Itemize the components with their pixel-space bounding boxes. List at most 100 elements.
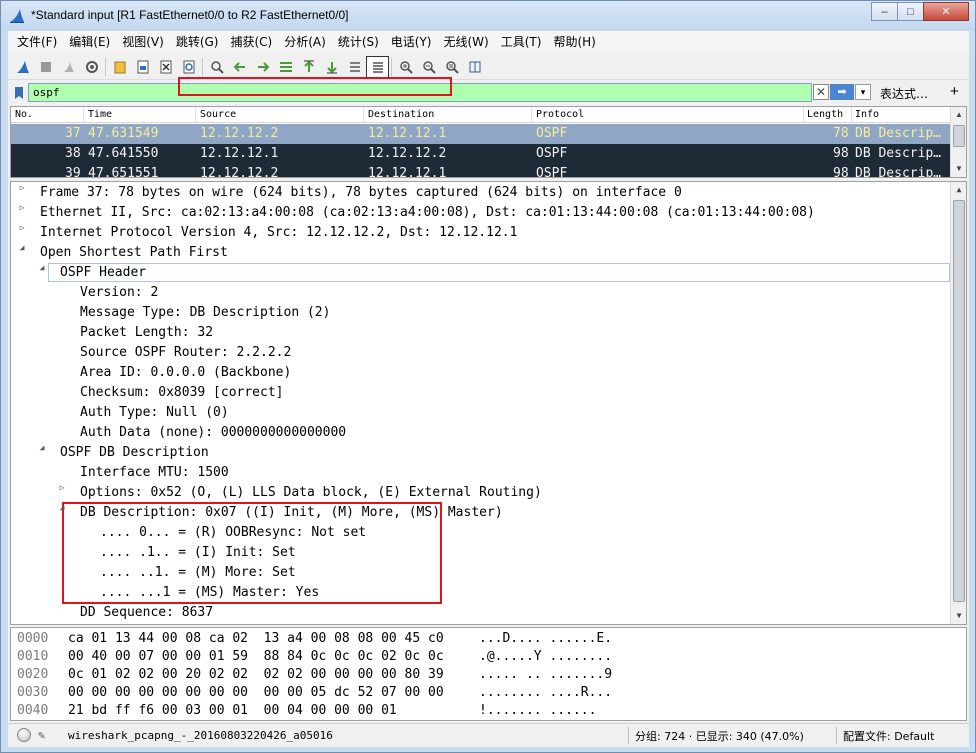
tree-item[interactable]: Ethernet II, Src: ca:02:13:a4:00:08 (ca:… xyxy=(40,203,815,223)
column-source[interactable]: Source xyxy=(200,109,236,120)
first-packet-icon[interactable] xyxy=(297,56,320,78)
tree-expander-icon[interactable]: ▷ xyxy=(17,183,27,203)
scroll-thumb[interactable] xyxy=(953,200,965,602)
column-divider[interactable] xyxy=(363,107,364,123)
tree-item[interactable]: Frame 37: 78 bytes on wire (624 bits), 7… xyxy=(40,183,682,203)
tree-item[interactable]: Version: 2 xyxy=(80,283,158,303)
filter-history-dropdown[interactable]: ▾ xyxy=(855,84,871,100)
tree-expander-icon[interactable]: ◢ xyxy=(37,443,47,463)
scroll-down-icon[interactable]: ▼ xyxy=(951,161,966,177)
close-file-icon[interactable] xyxy=(154,56,177,78)
tree-item[interactable]: Area ID: 0.0.0.0 (Backbone) xyxy=(80,363,291,383)
column-info[interactable]: Info xyxy=(855,109,879,120)
tree-item[interactable]: Options: 0x52 (O, (L) LLS Data block, (E… xyxy=(80,483,542,503)
byte-row[interactable]: 0030 00 00 00 00 00 00 00 00 00 00 05 dc … xyxy=(11,684,951,702)
scroll-up-icon[interactable]: ▲ xyxy=(951,107,966,123)
menu-edit[interactable]: 编辑(E) xyxy=(63,31,116,53)
tree-expander-icon[interactable]: ▷ xyxy=(57,483,67,503)
zoom-out-icon[interactable] xyxy=(417,56,440,78)
byte-row[interactable]: 0040 21 bd ff f6 00 03 00 01 00 04 00 00 … xyxy=(11,702,951,720)
close-button[interactable]: ✕ xyxy=(923,2,969,21)
capture-options-icon[interactable] xyxy=(80,56,103,78)
tree-item[interactable]: DD Sequence: 8637 xyxy=(80,603,213,623)
tree-item[interactable]: Checksum: 0x8039 [correct] xyxy=(80,383,284,403)
menu-view[interactable]: 视图(V) xyxy=(116,31,170,53)
column-time[interactable]: Time xyxy=(88,109,112,120)
open-file-icon[interactable] xyxy=(108,56,131,78)
tree-item[interactable]: Source OSPF Router: 2.2.2.2 xyxy=(80,343,291,363)
details-scrollbar[interactable]: ▲ ▼ xyxy=(950,182,966,624)
add-filter-button[interactable]: + xyxy=(950,83,959,100)
column-divider[interactable] xyxy=(195,107,196,123)
colorize-icon[interactable] xyxy=(366,55,389,78)
byte-row[interactable]: 0000 ca 01 13 44 00 08 ca 02 13 a4 00 08 … xyxy=(11,630,951,648)
tree-expander-icon[interactable]: ◢ xyxy=(57,503,67,523)
tree-item[interactable]: .... ...1 = (MS) Master: Yes xyxy=(100,583,319,603)
tree-item[interactable]: DB Description: 0x07 ((I) Init, (M) More… xyxy=(80,503,503,523)
title-bar[interactable]: *Standard input [R1 FastEthernet0/0 to R… xyxy=(1,1,975,31)
menu-statistics[interactable]: 统计(S) xyxy=(332,31,385,53)
tree-item[interactable]: .... 0... = (R) OOBResync: Not set xyxy=(100,523,366,543)
last-packet-icon[interactable] xyxy=(320,56,343,78)
menu-analyze[interactable]: 分析(A) xyxy=(278,31,332,53)
apply-filter-icon[interactable]: ➡ xyxy=(830,84,854,100)
column-divider[interactable] xyxy=(851,107,852,123)
start-capture-icon[interactable] xyxy=(11,56,34,78)
column-destination[interactable]: Destination xyxy=(368,109,434,120)
scroll-thumb[interactable] xyxy=(953,125,965,147)
auto-scroll-icon[interactable] xyxy=(343,56,366,78)
capture-comment-icon[interactable]: ✎ xyxy=(38,728,54,742)
column-divider[interactable] xyxy=(803,107,804,123)
clear-filter-icon[interactable]: ✕ xyxy=(813,84,829,100)
column-protocol[interactable]: Protocol xyxy=(536,109,584,120)
tree-item[interactable]: .... ..1. = (M) More: Set xyxy=(100,563,296,583)
find-packet-icon[interactable] xyxy=(205,56,228,78)
menu-go[interactable]: 跳转(G) xyxy=(170,31,225,53)
column-length[interactable]: Length xyxy=(807,109,843,120)
expression-button[interactable]: 表达式… xyxy=(880,85,928,102)
menu-telephony[interactable]: 电话(Y) xyxy=(385,31,438,53)
go-back-icon[interactable] xyxy=(228,56,251,78)
tree-expander-icon[interactable]: ▷ xyxy=(17,223,27,243)
byte-row[interactable]: 0010 00 40 00 07 00 00 01 59 88 84 0c 0c … xyxy=(11,648,951,666)
expert-info-icon[interactable] xyxy=(17,728,31,742)
status-profile[interactable]: 配置文件: Default xyxy=(843,728,934,744)
column-divider[interactable] xyxy=(531,107,532,123)
column-divider[interactable] xyxy=(83,107,84,123)
tree-item[interactable]: Message Type: DB Description (2) xyxy=(80,303,330,323)
save-file-icon[interactable] xyxy=(131,56,154,78)
packet-row[interactable]: 38 47.641550 12.12.12.1 12.12.12.2 OSPF … xyxy=(11,144,951,164)
bookmark-icon[interactable] xyxy=(10,83,28,103)
restart-capture-icon[interactable] xyxy=(57,56,80,78)
tree-expander-icon[interactable]: ◢ xyxy=(37,263,47,283)
tree-item[interactable]: OSPF DB Description xyxy=(60,443,209,463)
tree-item[interactable]: OSPF Header xyxy=(60,263,146,283)
stop-capture-icon[interactable] xyxy=(34,56,57,78)
packet-row[interactable]: 39 47.651551 12.12.12.2 12.12.12.1 OSPF … xyxy=(11,164,951,177)
tree-item[interactable]: Interface MTU: 1500 xyxy=(80,463,229,483)
resize-columns-icon[interactable] xyxy=(463,56,486,78)
menu-file[interactable]: 文件(F) xyxy=(11,31,63,53)
go-forward-icon[interactable] xyxy=(251,56,274,78)
tree-expander-icon[interactable]: ▷ xyxy=(17,203,27,223)
minimize-button[interactable]: – xyxy=(871,2,898,21)
packet-row-selected[interactable]: 37 47.631549 12.12.12.2 12.12.12.1 OSPF … xyxy=(11,124,951,144)
scroll-down-icon[interactable]: ▼ xyxy=(951,608,966,624)
menu-tools[interactable]: 工具(T) xyxy=(495,31,548,53)
column-no[interactable]: No. xyxy=(15,109,33,120)
zoom-in-icon[interactable] xyxy=(394,56,417,78)
tree-item[interactable]: Open Shortest Path First xyxy=(40,243,228,263)
maximize-button[interactable]: □ xyxy=(897,2,924,21)
go-to-packet-icon[interactable] xyxy=(274,56,297,78)
tree-item[interactable]: Packet Length: 32 xyxy=(80,323,213,343)
tree-item[interactable]: Internet Protocol Version 4, Src: 12.12.… xyxy=(40,223,517,243)
reload-file-icon[interactable] xyxy=(177,56,200,78)
packet-list-scrollbar[interactable]: ▲ ▼ xyxy=(950,107,966,177)
tree-item[interactable]: Auth Data (none): 0000000000000000 xyxy=(80,423,346,443)
scroll-up-icon[interactable]: ▲ xyxy=(951,182,966,198)
tree-item[interactable]: .... .1.. = (I) Init: Set xyxy=(100,543,296,563)
normal-size-icon[interactable] xyxy=(440,56,463,78)
menu-wireless[interactable]: 无线(W) xyxy=(438,31,495,53)
tree-item[interactable]: Auth Type: Null (0) xyxy=(80,403,229,423)
tree-expander-icon[interactable]: ◢ xyxy=(17,243,27,263)
